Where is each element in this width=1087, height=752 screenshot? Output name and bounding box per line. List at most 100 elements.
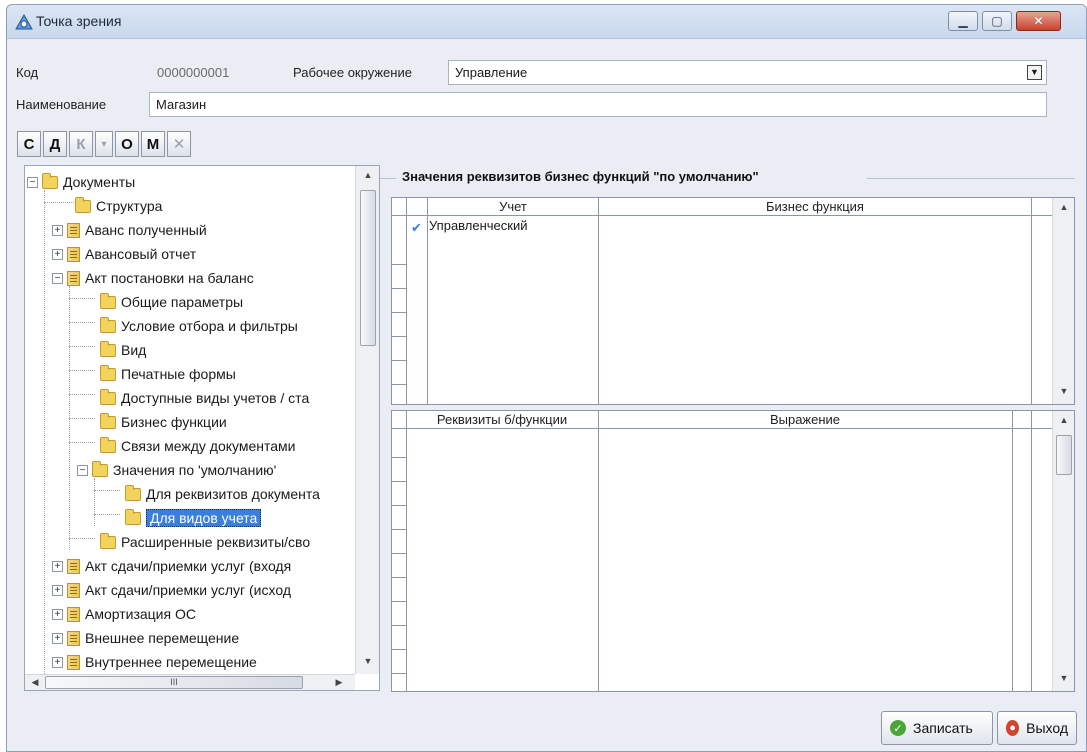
- close-button[interactable]: ✕: [1016, 11, 1061, 31]
- tree-item-selected[interactable]: Для видов учета: [125, 506, 262, 530]
- tree-item[interactable]: + Аванс полученный: [52, 218, 207, 242]
- tree-item[interactable]: + Авансовый отчет: [52, 242, 196, 266]
- folder-icon: [100, 316, 116, 333]
- table-cell-account[interactable]: Управленческий: [429, 218, 528, 233]
- check-circle-icon: ✓: [890, 720, 906, 736]
- tree-vertical-scrollbar[interactable]: ▲ ▼: [355, 166, 379, 674]
- tree-connector: [94, 514, 120, 515]
- tree-item[interactable]: − Документы: [27, 170, 135, 194]
- tree-item[interactable]: Связи между документами: [100, 434, 296, 458]
- document-icon: [67, 654, 80, 670]
- tree-item[interactable]: + Акт сдачи/приемки услуг (исход: [52, 578, 291, 602]
- folder-icon: [100, 388, 116, 405]
- tree-connector: [44, 190, 45, 674]
- toolbar-button-k[interactable]: К: [69, 131, 93, 157]
- expand-icon[interactable]: +: [52, 608, 63, 620]
- grid-line: [392, 288, 407, 289]
- requisites-grid-scrollbar[interactable]: ▲ ▼: [1052, 411, 1074, 691]
- folder-icon: [125, 484, 141, 501]
- scroll-up-icon[interactable]: ▲: [360, 170, 376, 180]
- tree-vscroll-thumb[interactable]: [360, 190, 376, 346]
- accounts-grid-scrollbar[interactable]: ▲ ▼: [1052, 198, 1074, 404]
- expand-icon[interactable]: +: [52, 584, 63, 596]
- grid-line: [392, 336, 407, 337]
- env-dropdown-button[interactable]: ▼: [1027, 65, 1042, 80]
- document-icon: [67, 270, 80, 286]
- tree-item[interactable]: Для реквизитов документа: [125, 482, 320, 506]
- grid-line: [406, 198, 407, 404]
- tree-item[interactable]: Печатные формы: [100, 362, 236, 386]
- maximize-button[interactable]: ▢: [982, 11, 1012, 31]
- grid-line: [392, 457, 407, 458]
- exit-button[interactable]: ● Выход: [997, 711, 1077, 745]
- viewpoint-app-icon: [15, 14, 33, 30]
- toolbar-delete-button[interactable]: ✕: [167, 131, 191, 157]
- check-icon[interactable]: ✔: [411, 220, 422, 236]
- folder-icon: [100, 364, 116, 381]
- accounts-grid[interactable]: Учет Бизнес функция ✔ Управленческий ▲ ▼: [391, 197, 1075, 405]
- scroll-down-icon[interactable]: ▼: [360, 656, 376, 666]
- scroll-down-icon[interactable]: ▼: [1056, 673, 1072, 683]
- tree-item[interactable]: Общие параметры: [100, 290, 243, 314]
- tree-item[interactable]: + Амортизация ОС: [52, 602, 196, 626]
- grid-line: [392, 601, 407, 602]
- name-label: Наименование: [16, 97, 107, 112]
- env-select[interactable]: Управление ▼: [448, 60, 1047, 85]
- tree-item[interactable]: + Акт сдачи/приемки услуг (входя: [52, 554, 291, 578]
- expand-icon[interactable]: +: [52, 632, 63, 644]
- tree-item[interactable]: + Внутреннее перемещение: [52, 650, 257, 674]
- toolbar-dropdown-button[interactable]: ▾: [95, 131, 113, 157]
- save-button[interactable]: ✓ Записать: [881, 711, 993, 745]
- minimize-button[interactable]: ▁: [948, 11, 978, 31]
- expand-icon[interactable]: +: [52, 248, 63, 260]
- tree-item[interactable]: Доступные виды учетов / ста: [100, 386, 309, 410]
- toolbar-button-o[interactable]: О: [115, 131, 139, 157]
- requisites-grid[interactable]: Реквизиты б/функции Выражение ▲ ▼: [391, 410, 1075, 692]
- tree-item[interactable]: + Внешнее перемещение: [52, 626, 239, 650]
- tree-item[interactable]: − Акт постановки на баланс: [52, 266, 254, 290]
- group-border: [380, 178, 396, 179]
- scroll-up-icon[interactable]: ▲: [1056, 415, 1072, 425]
- expand-icon[interactable]: +: [52, 560, 63, 572]
- collapse-icon[interactable]: −: [52, 272, 63, 284]
- config-tree[interactable]: − Документы Структура + Аванс полученный +…: [24, 165, 380, 691]
- expand-icon[interactable]: +: [52, 224, 63, 236]
- tree-horizontal-scrollbar[interactable]: ◀ III ▶: [25, 674, 355, 690]
- tree-item[interactable]: − Значения по 'умолчанию': [77, 458, 276, 482]
- collapse-icon[interactable]: −: [27, 176, 38, 188]
- tree-body: − Документы Структура + Аванс полученный +…: [25, 166, 355, 674]
- tree-item[interactable]: Структура: [75, 194, 162, 218]
- tree-connector: [94, 478, 95, 526]
- document-icon: [67, 582, 80, 598]
- folder-icon: [100, 532, 116, 549]
- grid-line: [392, 673, 407, 674]
- scroll-up-icon[interactable]: ▲: [1056, 202, 1072, 212]
- column-header-business-function[interactable]: Бизнес функция: [598, 199, 1032, 214]
- save-button-label: Записать: [913, 720, 973, 736]
- scroll-right-icon[interactable]: ▶: [331, 677, 347, 688]
- expand-icon[interactable]: +: [52, 656, 63, 668]
- collapse-icon[interactable]: −: [77, 464, 88, 476]
- tree-item[interactable]: Вид: [100, 338, 146, 362]
- scroll-down-icon[interactable]: ▼: [1056, 386, 1072, 396]
- folder-icon: [92, 460, 108, 477]
- name-field-value: Магазин: [156, 97, 207, 112]
- name-field[interactable]: Магазин: [149, 92, 1047, 117]
- toolbar-button-d[interactable]: Д: [43, 131, 67, 157]
- tree-item[interactable]: Расширенные реквизиты/сво: [100, 530, 310, 554]
- env-label: Рабочее окружение: [293, 65, 412, 80]
- tree-item[interactable]: Условие отбора и фильтры: [100, 314, 298, 338]
- tree-connector: [69, 442, 95, 443]
- requisites-vscroll-thumb[interactable]: [1056, 435, 1072, 475]
- tree-item[interactable]: Бизнес функции: [100, 410, 227, 434]
- toolbar-button-c[interactable]: С: [17, 131, 41, 157]
- column-header-expression[interactable]: Выражение: [598, 412, 1012, 427]
- toolbar-button-m[interactable]: М: [141, 131, 165, 157]
- group-border: [867, 178, 1075, 179]
- tree-toolbar: С Д К ▾ О М ✕: [17, 131, 191, 159]
- column-header-account[interactable]: Учет: [428, 199, 598, 214]
- scroll-left-icon[interactable]: ◀: [27, 677, 43, 688]
- grid-line: [1031, 198, 1032, 404]
- tree-hscroll-thumb[interactable]: III: [45, 676, 303, 689]
- column-header-requisites[interactable]: Реквизиты б/функции: [406, 412, 598, 427]
